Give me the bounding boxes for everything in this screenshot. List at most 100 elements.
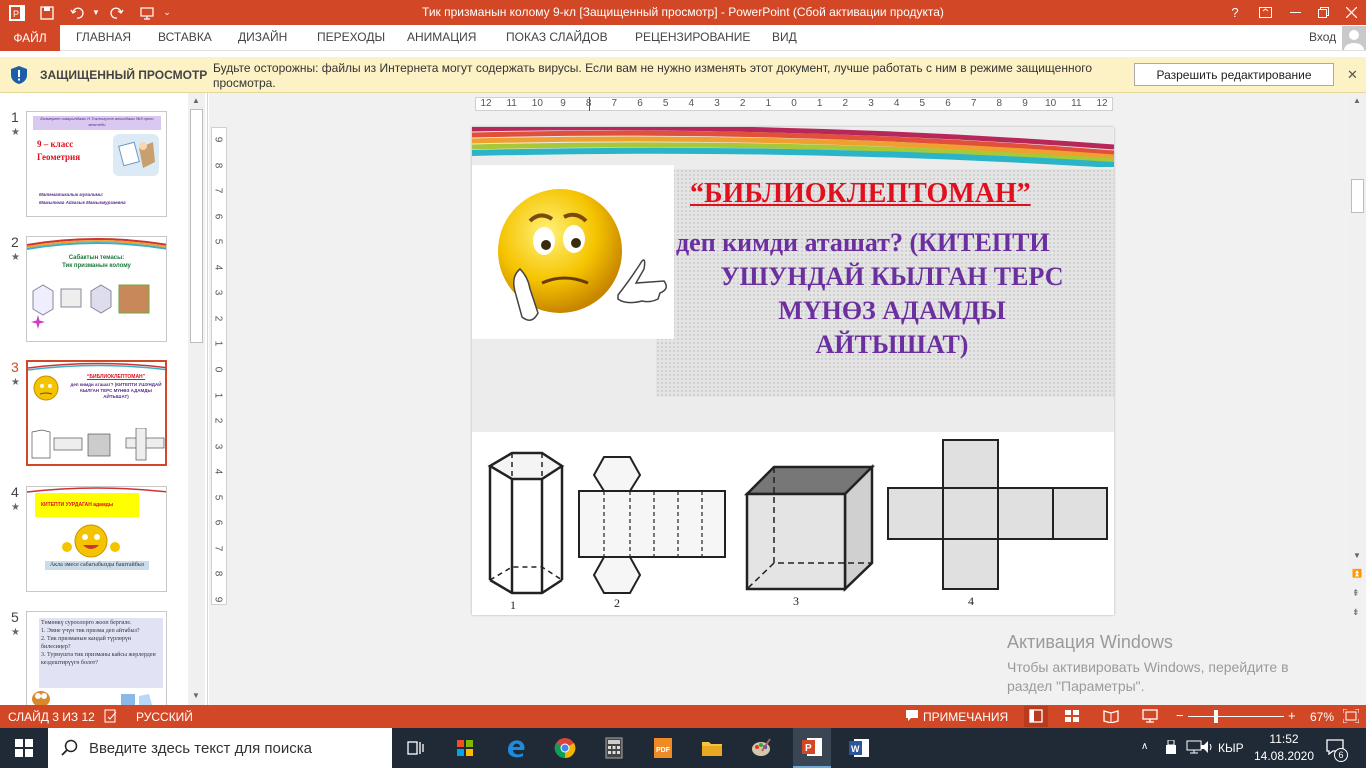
reading-view-icon[interactable]	[1103, 709, 1119, 726]
restore-button[interactable]	[1308, 0, 1338, 25]
enable-editing-button[interactable]: Разрешить редактирование	[1134, 63, 1334, 86]
hexagonal-prism-net-figure	[578, 456, 726, 594]
notes-button[interactable]: ПРИМЕЧАНИЯ	[923, 710, 1008, 724]
input-language[interactable]: КЫР	[1218, 741, 1244, 755]
scroll-thumb[interactable]	[190, 109, 203, 343]
thumb-figures	[31, 428, 165, 461]
slide-thumbnail-4[interactable]: КИТЕПТИ УУРДАГАН адамды Акла эмесе сабаг…	[26, 486, 167, 592]
next-slide-button[interactable]: ⇟	[1352, 607, 1360, 618]
ruler-tick-label: 2	[842, 98, 849, 109]
fit-to-window-icon[interactable]	[1342, 708, 1360, 726]
calculator-icon[interactable]	[598, 732, 630, 764]
slide-rainbow-swoosh	[472, 127, 1114, 167]
shield-icon	[11, 66, 27, 87]
pdf-reader-icon[interactable]: PDF	[647, 732, 679, 764]
previous-slide-button[interactable]: ⇞	[1352, 588, 1360, 599]
zoom-slider-thumb[interactable]	[1214, 710, 1218, 723]
ruler-indent-marker[interactable]	[589, 97, 590, 111]
tab-transitions[interactable]: ПЕРЕХОДЫ	[317, 30, 385, 44]
scroll-down-icon[interactable]: ▼	[1353, 551, 1361, 560]
slide-thumbnail-1[interactable]: Бозмерген шаарындагы Н.Токтогулов атында…	[26, 111, 167, 217]
task-view-icon[interactable]	[400, 732, 432, 764]
edge-browser-icon[interactable]	[500, 732, 532, 764]
hexagonal-prism-figure	[487, 451, 565, 595]
zoom-in-button[interactable]: +	[1288, 708, 1296, 723]
ruler-tick-label: 8	[212, 162, 224, 168]
thumb-smiley	[30, 372, 66, 408]
slide-sorter-icon[interactable]	[1064, 709, 1080, 726]
slide-line-4: АЙТЫШАТ)	[815, 330, 969, 359]
sign-in-link[interactable]: Вход	[1309, 30, 1336, 44]
tab-animations[interactable]: АНИМАЦИЯ	[407, 30, 476, 44]
zoom-out-button[interactable]: −	[1176, 708, 1184, 723]
ruler-tick-label: 9	[212, 596, 224, 603]
thumb-illustration	[113, 134, 159, 176]
figure-label-1: 1	[510, 598, 516, 612]
animation-star-icon: ★	[11, 127, 20, 138]
close-message-icon[interactable]: ✕	[1347, 67, 1358, 83]
tab-design[interactable]: ДИЗАЙН	[238, 30, 287, 44]
thumbnails-scrollbar[interactable]: ▲ ▼	[188, 93, 205, 705]
previous-slide-icon[interactable]: ⏫	[1352, 569, 1362, 578]
chrome-icon[interactable]	[549, 732, 581, 764]
notes-icon[interactable]	[906, 710, 918, 724]
ruler-tick-label: 9	[212, 136, 224, 143]
volume-icon[interactable]	[1200, 740, 1214, 757]
file-explorer-icon[interactable]	[696, 732, 728, 764]
windows-start-icon[interactable]	[8, 732, 40, 764]
clock-time[interactable]: 11:52	[1255, 732, 1313, 746]
thumb-subject: Геометрия	[37, 152, 81, 162]
usb-icon[interactable]	[1165, 739, 1177, 757]
search-icon	[61, 739, 78, 756]
spellcheck-icon[interactable]	[104, 709, 118, 726]
ribbon-display-options-icon[interactable]	[1250, 0, 1280, 25]
user-avatar[interactable]	[1342, 26, 1366, 50]
store-icon[interactable]	[449, 732, 481, 764]
ruler-tick-label: 0	[791, 98, 797, 109]
normal-view-button[interactable]	[1024, 706, 1048, 727]
powerpoint-window: P ▼ ⌄ Тик призманын колому 9-кл [Защищен…	[0, 0, 1366, 768]
show-hidden-icons[interactable]: ∧	[1141, 741, 1148, 752]
figure-label-3: 3	[793, 594, 799, 608]
scroll-thumb[interactable]	[1351, 179, 1364, 213]
ruler-tick-label: 5	[212, 238, 224, 245]
tab-slideshow[interactable]: ПОКАЗ СЛАЙДОВ	[506, 30, 608, 44]
ruler-tick-label: 8	[212, 571, 224, 577]
ruler-tick-label: 7	[970, 98, 977, 109]
svg-text:W: W	[851, 744, 860, 754]
word-taskbar-icon[interactable]: W	[843, 732, 875, 764]
slide-heading: “БИБЛИОКЛЕПТОМАН”	[690, 178, 1031, 209]
zoom-level[interactable]: 67%	[1310, 710, 1334, 724]
ruler-tick-label: 6	[212, 213, 224, 219]
tab-file[interactable]: ФАЙЛ	[0, 25, 60, 51]
help-button[interactable]: ?	[1220, 0, 1250, 25]
svg-text:PDF: PDF	[656, 747, 671, 754]
tab-insert[interactable]: ВСТАВКА	[158, 30, 212, 44]
language-indicator[interactable]: РУССКИЙ	[136, 710, 193, 724]
powerpoint-taskbar-icon[interactable]: P	[793, 728, 831, 768]
figure-label-2: 2	[614, 596, 620, 610]
scroll-up-icon[interactable]: ▲	[192, 96, 200, 105]
ruler-tick-label: 4	[893, 98, 900, 109]
scroll-down-icon[interactable]: ▼	[192, 691, 200, 700]
slide-thumbnail-2[interactable]: Сабактын темасы: Тик призманын колому	[26, 236, 167, 342]
scroll-up-icon[interactable]: ▲	[1353, 96, 1361, 105]
slide-thumbnail-5[interactable]: Төмөнкү суроолорго жооп бергиле. 1. Эмне…	[26, 611, 167, 705]
cube-figure	[743, 463, 876, 592]
tab-home[interactable]: ГЛАВНАЯ	[76, 30, 131, 44]
minimize-button[interactable]	[1280, 0, 1310, 25]
close-button[interactable]	[1336, 0, 1366, 25]
slideshow-icon[interactable]	[1142, 709, 1158, 726]
slide-thumbnail-3[interactable]: “БИБЛИОКЛЕПТОМАН” деп кимди аташат? (КИТ…	[26, 360, 167, 466]
ruler-tick-label: 6	[945, 98, 951, 109]
clock-date[interactable]: 14.08.2020	[1250, 749, 1318, 763]
title-bar: P ▼ ⌄ Тик призманын колому 9-кл [Защищен…	[0, 0, 1366, 25]
taskbar-search-box[interactable]: Введите здесь текст для поиска	[48, 728, 392, 768]
zoom-slider-track[interactable]	[1188, 716, 1284, 717]
slide-scrollbar[interactable]: ▲ ▼ ⏫	[1349, 93, 1366, 579]
paint-icon[interactable]	[745, 732, 777, 764]
vertical-ruler: 9 8 7 6 5 4 3 2 1 0 1 2 3 4 5 6 7 8 9	[211, 127, 227, 605]
tab-view[interactable]: ВИД	[772, 30, 797, 44]
tab-review[interactable]: РЕЦЕНЗИРОВАНИЕ	[635, 30, 750, 44]
thumb-heading: “БИБЛИОКЛЕПТОМАН”	[86, 374, 146, 380]
